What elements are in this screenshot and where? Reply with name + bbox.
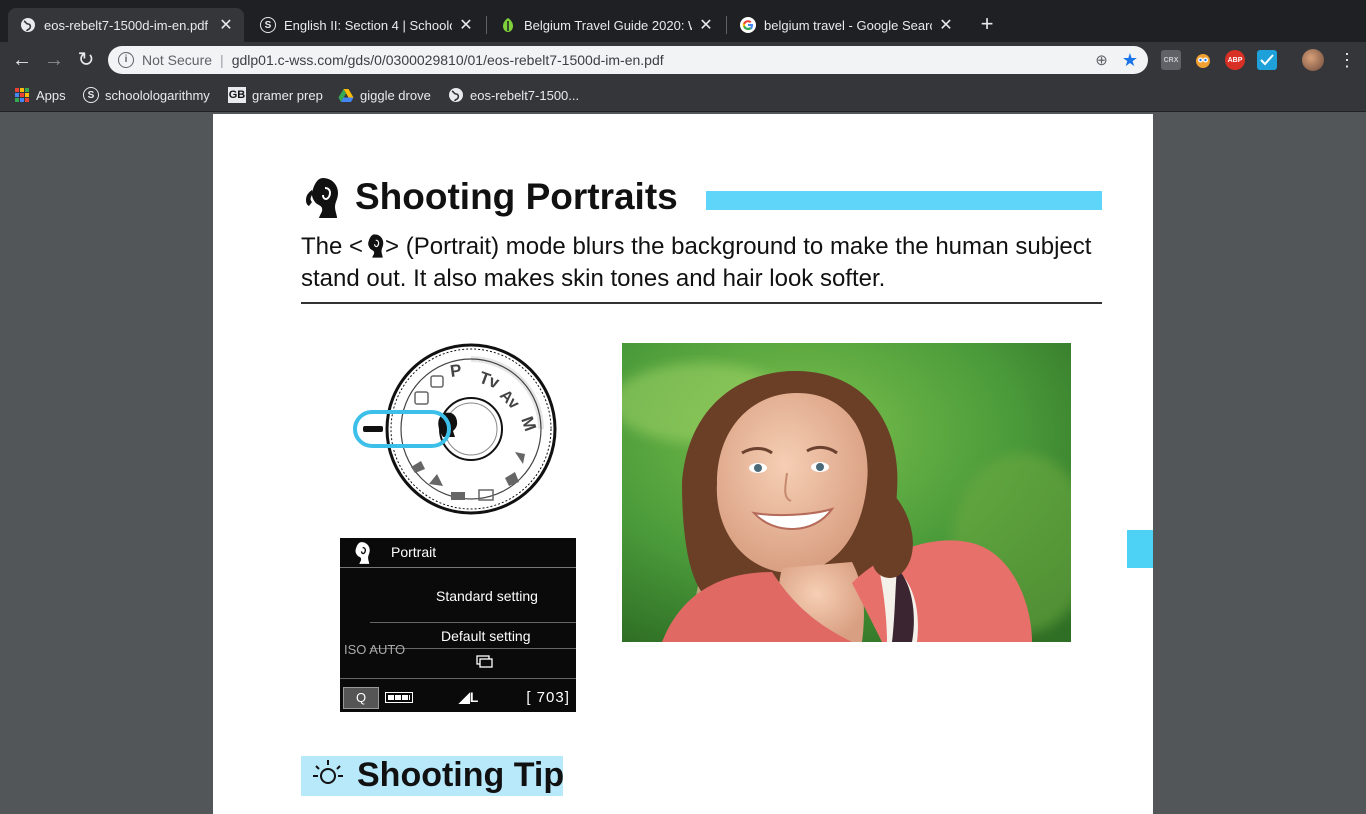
google-icon [740,17,756,33]
bookmark-gramer-prep[interactable]: GB gramer prep [228,86,323,104]
globe-icon [448,87,464,103]
lightbulb-icon [313,760,343,784]
image-quality: ◢L [459,689,479,705]
tab-belgium-guide[interactable]: Belgium Travel Guide 2020: Wh ✕ [488,8,724,42]
schoology-icon: S [260,17,276,33]
lcd-iso-auto: ISO AUTO [344,642,406,657]
bookmark-label: Apps [36,87,66,103]
forward-button[interactable]: → [42,48,66,72]
lcd-standard-setting: Standard setting [436,588,538,604]
bookmark-schoolologarithmy[interactable]: S schoolologarithmy [83,86,210,104]
lcd-portrait-icon [355,542,370,564]
tab-title: English II: Section 4 | Schoolog [284,17,452,33]
next-section-title: Shooting Tip [357,756,565,794]
security-label: Not Secure [142,52,213,68]
schoology-icon: S [83,87,99,103]
tab-divider [726,16,727,34]
zoom-icon[interactable]: ⊕ [1095,51,1108,69]
crx-extension-icon[interactable]: CRX [1161,50,1181,70]
globe-icon [20,17,36,33]
omnibox-divider: | [220,52,224,68]
tab-google-search[interactable]: belgium travel - Google Search ✕ [728,8,964,42]
address-bar[interactable]: i Not Secure | gdlp01.c-wss.com/gds/0/03… [108,46,1148,74]
lonely-planet-icon [500,17,516,33]
section-title: Shooting Portraits [355,176,678,217]
lcd-mode-title: Portrait [391,544,437,560]
gbi-icon: GB [228,87,246,103]
tab-title: eos-rebelt7-1500d-im-en.pdf [44,17,209,33]
page-side-tab [1127,530,1153,568]
bookmark-giggle-drove[interactable]: giggle drove [338,86,431,104]
bookmark-label: giggle drove [360,87,431,103]
browser-toolbar: ← → ↻ i Not Secure | gdlp01.c-wss.com/gd… [0,42,1366,78]
mode-dial-diagram: Tv P Av M [353,343,557,515]
battery-icon [385,692,413,703]
close-tab-icon[interactable]: ✕ [218,15,234,35]
reload-button[interactable]: ↻ [74,48,98,72]
title-accent-bar [706,191,1102,210]
portrait-mode-inline-icon [368,234,384,258]
close-tab-icon[interactable]: ✕ [458,15,474,35]
owl-extension-icon[interactable] [1193,50,1213,70]
intro-text-start: The < [301,233,364,260]
lcd-divider [340,678,576,679]
new-tab-button[interactable]: + [976,13,998,35]
next-section-header: Shooting Tip [301,756,565,796]
tab-schoology[interactable]: S English II: Section 4 | Schoolog ✕ [248,8,484,42]
tab-strip: eos-rebelt7-1500d-im-en.pdf ✕ S English … [0,0,1366,42]
camera-lcd-screen: Portrait Standard setting Default settin… [340,538,576,712]
drive-icon [338,87,354,103]
back-button[interactable]: ← [10,48,34,72]
profile-avatar[interactable] [1302,49,1324,71]
lcd-default-setting: Default setting [441,628,531,644]
close-tab-icon[interactable]: ✕ [698,15,714,35]
lcd-header: Portrait [340,538,576,568]
adblock-extension-icon[interactable]: ABP [1225,50,1245,70]
bookmark-label: schoolologarithmy [105,87,210,103]
bookmark-star-icon[interactable]: ★ [1122,50,1138,71]
tab-title: Belgium Travel Guide 2020: Wh [524,17,692,33]
apps-grid-icon [14,87,30,103]
pdf-viewer[interactable]: Shooting Portraits The < > (Portrait) mod… [0,112,1366,814]
bookmarks-bar: Apps S schoolologarithmy GB gramer prep … [0,78,1366,112]
bookmark-apps[interactable]: Apps [14,86,66,104]
intro-paragraph: The < > (Portrait) mode blurs the backgro… [301,231,1121,295]
bookmark-eos-pdf[interactable]: eos-rebelt7-1500... [448,86,579,104]
url-text[interactable]: gdlp01.c-wss.com/gds/0/0300029810/01/eos… [232,52,1096,68]
drive-mode-icon [476,655,493,668]
shots-remaining: [ 703] [526,689,570,706]
portrait-photo [622,343,1071,642]
bookmark-label: gramer prep [252,87,323,103]
tab-pdf[interactable]: eos-rebelt7-1500d-im-en.pdf ✕ [8,8,244,42]
pdf-page: Shooting Portraits The < > (Portrait) mod… [213,114,1153,814]
bookmark-label: eos-rebelt7-1500... [470,87,580,103]
heading-rule [301,302,1102,304]
dial-index-mark [363,426,383,432]
lcd-divider [370,622,576,623]
close-tab-icon[interactable]: ✕ [938,15,954,35]
intro-text-end: > (Portrait) mode blurs the background t… [301,233,1092,292]
info-icon[interactable]: i [118,52,134,68]
lcd-footer: Q ◢L [ 703] [340,683,576,712]
tab-title: belgium travel - Google Search [764,17,932,33]
browser-menu-icon[interactable]: ⋮ [1338,50,1356,70]
portrait-mode-icon [306,178,338,218]
check-extension-icon[interactable] [1257,50,1277,70]
tab-divider [486,16,487,34]
q-button: Q [343,686,379,709]
